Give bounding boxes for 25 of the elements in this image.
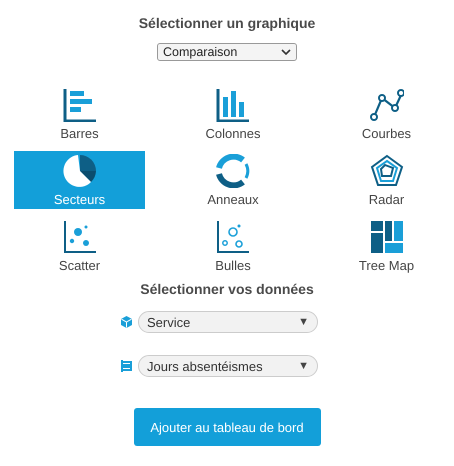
chart-type-tile[interactable]: Anneaux xyxy=(160,151,306,209)
category-dropdown[interactable]: Comparaison xyxy=(157,43,297,61)
bubble-chart-icon xyxy=(216,220,250,254)
section-title: Sélectionner un graphique xyxy=(138,15,316,31)
column-chart-icon xyxy=(216,88,250,122)
scatter-chart-icon xyxy=(62,220,96,254)
chart-type-tile[interactable]: Radar xyxy=(321,151,452,209)
data-dropdown[interactable]: Service ▼ xyxy=(138,311,318,333)
chart-type-tile[interactable]: Courbes xyxy=(321,85,452,143)
bar-chart-icon xyxy=(62,88,96,122)
chart-type-tile[interactable]: Tree Map xyxy=(321,217,452,275)
pie-chart-icon xyxy=(62,154,96,188)
chart-type-tile[interactable]: Barres xyxy=(14,85,145,143)
chart-type-tile[interactable]: Bulles xyxy=(160,217,306,275)
treemap-chart-icon xyxy=(370,220,404,254)
donut-chart-icon xyxy=(216,154,250,188)
ruler-icon xyxy=(121,360,132,372)
line-chart-icon xyxy=(370,88,404,122)
section-title: Sélectionner vos données xyxy=(140,281,314,297)
cube-icon xyxy=(121,316,132,328)
data-dropdown[interactable]: Jours absentéismes ▼ xyxy=(138,355,318,377)
chart-type-tile[interactable]: Colonnes xyxy=(160,85,306,143)
radar-chart-icon xyxy=(370,154,404,188)
chart-type-tile[interactable]: Scatter xyxy=(14,217,145,275)
chevron-icon xyxy=(281,49,291,55)
